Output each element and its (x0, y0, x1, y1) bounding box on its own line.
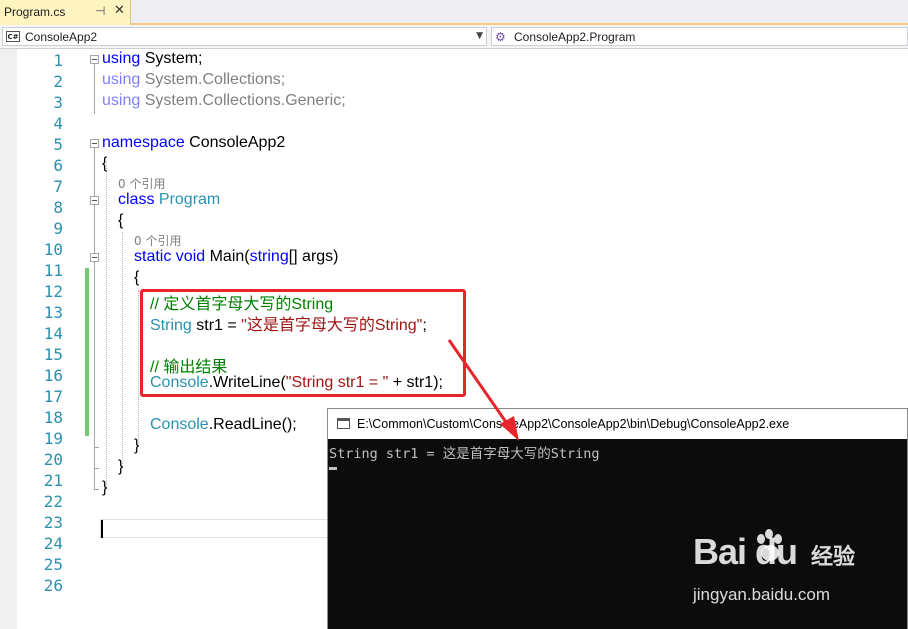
chevron-down-icon[interactable]: ▼ (476, 31, 483, 41)
line-number: 25 (43, 555, 63, 574)
line-number: 15 (43, 345, 63, 364)
code-line-3: using System.Collections.Generic; (102, 92, 346, 109)
line-number: 10 (43, 240, 63, 259)
line-number: 4 (53, 114, 63, 133)
code-line-5: namespace ConsoleApp2 (102, 134, 286, 151)
code-line-9: static void Main(string[] args) (134, 248, 339, 265)
line-number: 2 (53, 72, 63, 91)
line-number: 26 (43, 576, 63, 595)
line-number: 3 (53, 93, 63, 112)
line-number: 14 (43, 324, 63, 343)
watermark-cn: 经验 (811, 545, 856, 570)
code-line-18: } (134, 437, 140, 454)
console-cursor (329, 467, 337, 470)
collapse-icon[interactable] (90, 139, 99, 148)
console-window-icon (337, 418, 350, 429)
close-icon[interactable]: ✕ (114, 3, 125, 18)
project-name: ConsoleApp2 (25, 30, 98, 44)
class-dropdown[interactable]: ⚙ ConsoleApp2.Program (491, 27, 908, 46)
reference-count-codelens[interactable]: 0 个引用 (118, 175, 165, 192)
line-number: 8 (53, 198, 63, 217)
code-line-17: Console.ReadLine(); (150, 416, 297, 433)
outline-end (94, 468, 99, 469)
class-icon: ⚙ (495, 30, 506, 44)
line-number: 22 (43, 492, 63, 511)
tab-program-cs[interactable]: Program.cs ⊣ ✕ (0, 0, 131, 25)
code-line-20: } (102, 479, 108, 496)
line-number: 18 (43, 408, 63, 427)
line-number: 11 (43, 261, 63, 280)
tab-filename: Program.cs (4, 5, 66, 19)
indent-guide (122, 232, 123, 468)
code-line-8: { (118, 212, 124, 229)
line-number: 13 (43, 303, 63, 322)
line-number: 12 (43, 282, 63, 301)
pin-icon[interactable]: ⊣ (95, 4, 105, 18)
line-number-gutter: 1 2 3 4 5 6 7 8 9 10 11 12 13 14 15 16 17 18 19 20 21 22 23 24 2… (17, 49, 67, 629)
current-line-highlight (100, 519, 340, 538)
reference-count-codelens[interactable]: 0 个引用 (134, 232, 181, 249)
code-line-19: } (118, 458, 124, 475)
navigation-bar: C# ConsoleApp2 ▼ ⚙ ConsoleApp2.Program (0, 25, 908, 49)
watermark-url: jingyan.baidu.com (693, 585, 831, 604)
line-number: 1 (53, 51, 63, 70)
line-number: 9 (53, 219, 63, 238)
collapse-icon[interactable] (90, 196, 99, 205)
line-number: 23 (43, 513, 63, 532)
code-line-1: using System; (102, 50, 203, 67)
line-number: 21 (43, 471, 63, 490)
outline-end (94, 447, 99, 448)
line-number: 7 (53, 177, 63, 196)
code-line-10: { (134, 269, 140, 286)
csharp-project-icon: C# (6, 31, 20, 42)
editor-margin (0, 49, 17, 629)
line-number: 6 (53, 156, 63, 175)
project-dropdown[interactable]: C# ConsoleApp2 ▼ (2, 27, 487, 46)
baidu-jingyan-watermark: Bai du 经验 jingyan.baidu.com (693, 529, 893, 611)
outline-end (94, 489, 99, 490)
outline-line (94, 64, 95, 114)
code-line-7: class Program (118, 191, 221, 208)
line-number: 24 (43, 534, 63, 553)
highlight-box (140, 289, 466, 397)
code-line-2: using System.Collections; (102, 71, 286, 88)
document-tab-strip: Program.cs ⊣ ✕ (0, 0, 908, 25)
line-number: 20 (43, 450, 63, 469)
outline-line (94, 262, 95, 447)
collapse-icon[interactable] (90, 253, 99, 262)
console-title: E:\Common\Custom\ConsoleApp2\ConsoleApp2… (357, 417, 790, 431)
text-caret (101, 520, 103, 538)
indent-guide (106, 162, 107, 489)
change-indicator-bar (85, 268, 89, 436)
class-path: ConsoleApp2.Program (514, 30, 636, 44)
code-line-6: { (102, 155, 108, 172)
line-number: 5 (53, 135, 63, 154)
paw-icon (757, 529, 782, 561)
console-title-bar[interactable]: E:\Common\Custom\ConsoleApp2\ConsoleApp2… (328, 409, 907, 439)
indent-guide (138, 290, 139, 446)
collapse-icon[interactable] (90, 55, 99, 64)
line-number: 17 (43, 387, 63, 406)
line-number: 19 (43, 429, 63, 448)
line-number: 16 (43, 366, 63, 385)
console-output-text: String str1 = 这是首字母大写的String (329, 446, 600, 462)
